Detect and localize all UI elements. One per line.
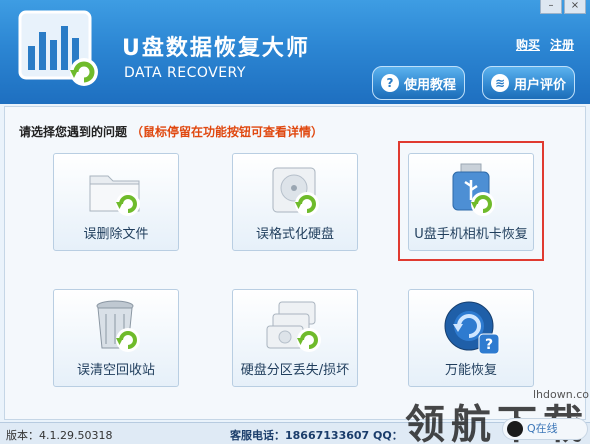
recycle-bin-icon: [96, 300, 140, 352]
online-support-badge[interactable]: Q在线: [502, 418, 588, 440]
reviews-button[interactable]: ≋ 用户评价: [482, 66, 576, 100]
account-links: 购买 注册: [516, 36, 574, 53]
online-support-label: Q在线: [527, 422, 558, 435]
tile-deleted-files[interactable]: 误删除文件: [53, 153, 179, 251]
main-panel: 请选择您遇到的问题 （鼠标停留在功能按钮可查看详情） 误删除文件 误格式化硬盘 …: [4, 106, 586, 420]
tile-universal-recovery[interactable]: ? 万能恢复: [408, 289, 534, 387]
app-logo-icon: [18, 10, 98, 86]
reviews-label: 用户评价: [514, 77, 567, 93]
tile-partition-lost[interactable]: 硬盘分区丢失/损坏: [232, 289, 358, 387]
folder-recover-icon: [89, 175, 140, 216]
hover-hint: （鼠标停留在功能按钮可查看详情）: [131, 125, 324, 139]
hdd-recover-icon: [272, 167, 319, 216]
minimize-button[interactable]: –: [540, 0, 562, 14]
tile-recycle-bin[interactable]: 误清空回收站: [53, 289, 179, 387]
svg-text:?: ?: [485, 337, 493, 353]
version-text: 版本：4.1.29.50318: [6, 429, 113, 442]
buy-link[interactable]: 购买: [516, 36, 540, 53]
prompt-text: 请选择您遇到的问题: [19, 125, 128, 139]
app-window: U盘数据恢复大师 DATA RECOVERY – × 购买 注册 ? 使用教程 …: [0, 0, 590, 444]
partition-recover-icon: [266, 301, 321, 352]
tutorial-button[interactable]: ? 使用教程: [372, 66, 466, 100]
problem-prompt: 请选择您遇到的问题 （鼠标停留在功能按钮可查看详情）: [19, 123, 323, 140]
universal-recover-icon: ?: [444, 301, 500, 355]
tile-label: 误清空回收站: [76, 363, 155, 378]
tile-label: 万能恢复: [444, 363, 497, 378]
tile-label: U盘手机相机卡恢复: [414, 227, 528, 242]
support-contact: 客服电话：18667133607 QQ：: [230, 429, 403, 442]
tile-label: 硬盘分区丢失/损坏: [240, 363, 350, 378]
tile-label: 误格式化硬盘: [255, 227, 334, 242]
usb-recover-icon: [452, 163, 495, 216]
close-button[interactable]: ×: [564, 0, 586, 14]
app-title: U盘数据恢复大师: [122, 36, 310, 61]
tile-usb-card[interactable]: U盘手机相机卡恢复: [408, 153, 534, 251]
app-subtitle: DATA RECOVERY: [124, 65, 246, 81]
help-icon: ?: [381, 74, 399, 92]
header-bar: U盘数据恢复大师 DATA RECOVERY – × 购买 注册 ? 使用教程 …: [0, 0, 590, 104]
tile-formatted-disk[interactable]: 误格式化硬盘: [232, 153, 358, 251]
window-controls: – ×: [540, 0, 586, 14]
register-link[interactable]: 注册: [550, 36, 574, 53]
tutorial-label: 使用教程: [404, 77, 457, 93]
reviews-icon: ≋: [491, 74, 509, 92]
qq-icon: [507, 421, 523, 437]
tile-label: 误删除文件: [83, 227, 149, 242]
